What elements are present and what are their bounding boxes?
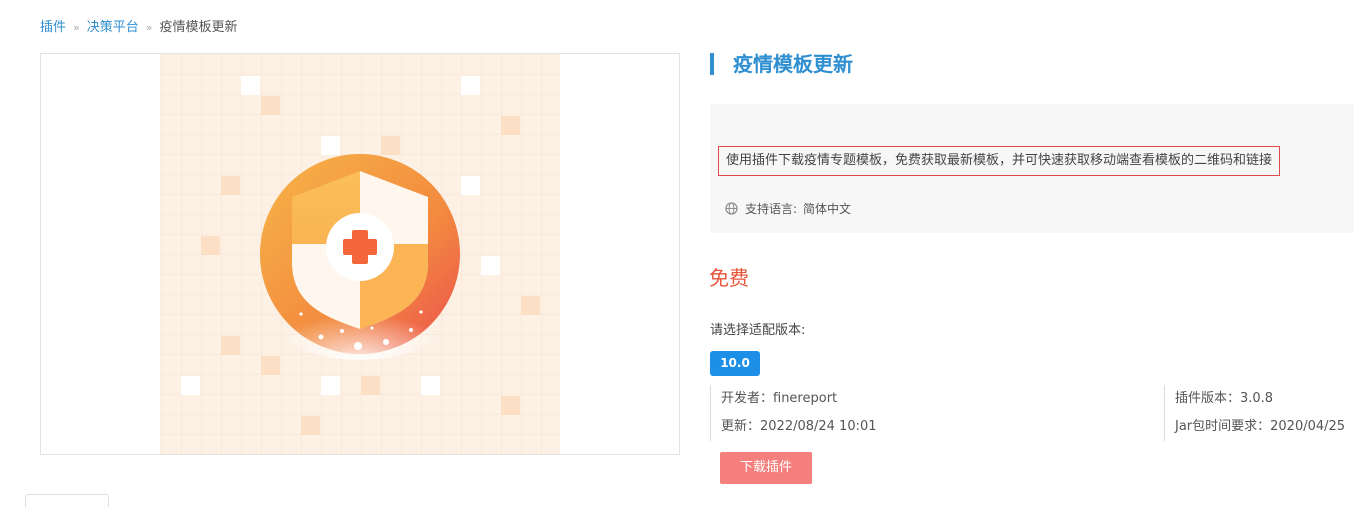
version-option-button[interactable]: 10.0	[710, 351, 760, 376]
language-label: 支持语言:	[745, 202, 798, 216]
price-label: 免费	[709, 266, 749, 290]
breadcrumb: 插件 » 决策平台 » 疫情模板更新	[40, 19, 238, 37]
page-title: 疫情模板更新	[733, 52, 853, 76]
developer-text: 开发者：finereport	[721, 391, 838, 406]
developer-info: 开发者：finereport 更新：2022/08/24 10:01	[710, 385, 877, 441]
update-time-text: 更新：2022/08/24 10:01	[721, 419, 877, 434]
jar-requirement-text: Jar包时间要求：2020/04/25	[1175, 419, 1346, 434]
supported-language-row: 支持语言: 简体中文	[725, 200, 851, 217]
download-plugin-button[interactable]: 下载插件	[720, 452, 812, 484]
description-panel: 使用插件下载疫情专题模板，免费获取最新模板，并可快速获取移动端查看模板的二维码和…	[710, 104, 1354, 233]
shield-medical-cross-icon	[160, 54, 560, 454]
version-info: 插件版本：3.0.8 Jar包时间要求：2020/04/25	[1164, 385, 1345, 441]
globe-icon	[725, 202, 738, 215]
plugin-preview-image	[40, 53, 680, 455]
bottom-tab[interactable]	[25, 494, 109, 507]
plugin-version-text: 插件版本：3.0.8	[1175, 391, 1274, 406]
plugin-title-bar: 疫情模板更新	[710, 53, 853, 75]
breadcrumb-link-decision-platform[interactable]: 决策平台	[87, 20, 139, 35]
breadcrumb-separator: »	[73, 21, 80, 34]
breadcrumb-separator: »	[145, 21, 153, 34]
plugin-description: 使用插件下载疫情专题模板，免费获取最新模板，并可快速获取移动端查看模板的二维码和…	[718, 146, 1281, 176]
language-value: 简体中文	[803, 202, 852, 216]
breadcrumb-current: 疫情模板更新	[159, 20, 238, 35]
version-prompt: 请选择适配版本:	[710, 323, 806, 338]
breadcrumb-link-plugins[interactable]: 插件	[40, 20, 66, 35]
